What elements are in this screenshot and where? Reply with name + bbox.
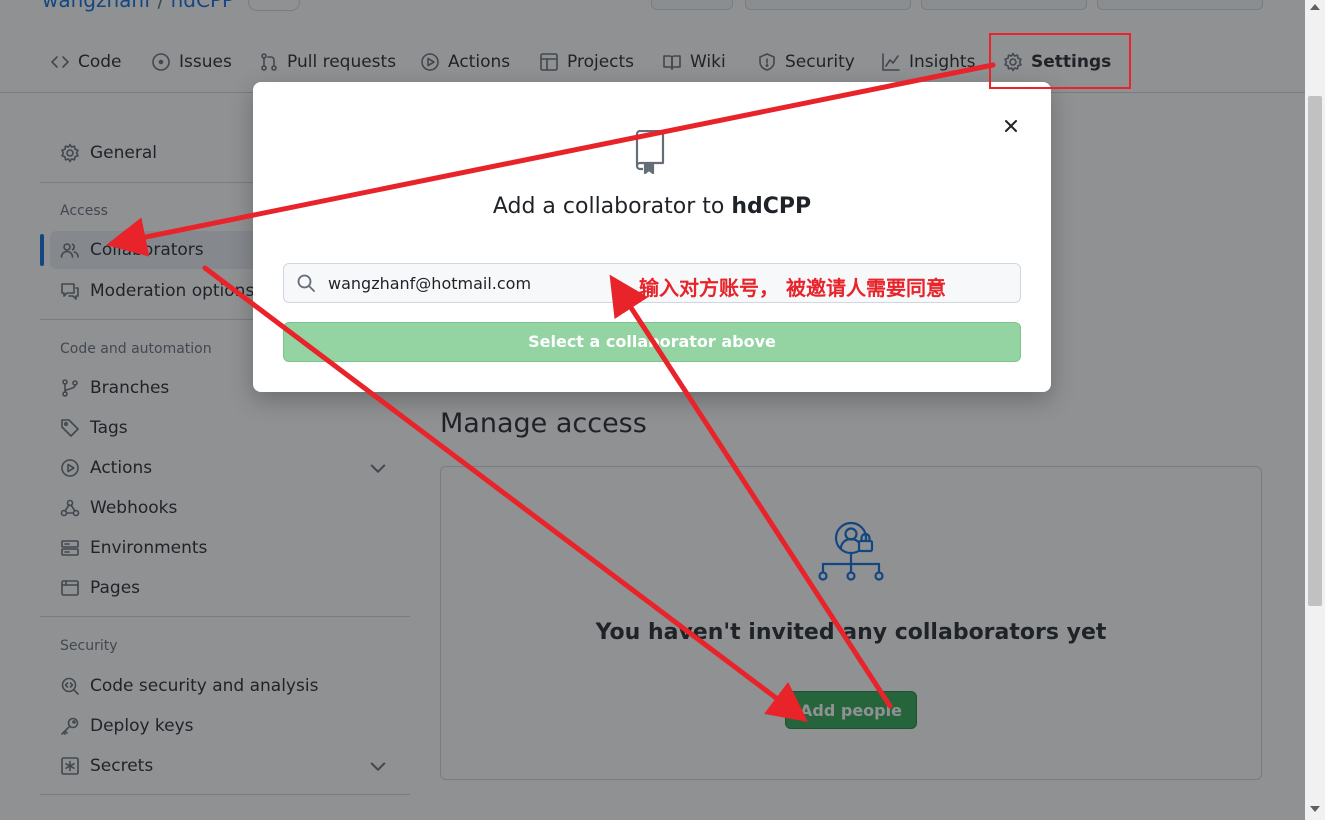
- scroll-up-arrow[interactable]: [1310, 4, 1320, 10]
- close-icon[interactable]: [1001, 116, 1021, 136]
- dialog-repo-name: hdCPP: [731, 194, 812, 219]
- add-collaborator-dialog: Add a collaborator to hdCPP Select a col…: [253, 82, 1051, 392]
- annotation-text: 输入对方账号， 被邀请人需要同意: [639, 276, 946, 300]
- settings-page: wangzhanf / hdCPP Code Issues Pull reque…: [0, 0, 1325, 820]
- search-icon: [297, 274, 315, 292]
- annotation-highlight-box: [989, 33, 1131, 89]
- dialog-title: Add a collaborator to hdCPP: [253, 194, 1051, 219]
- scrollbar-thumb[interactable]: [1308, 96, 1322, 606]
- scroll-down-arrow[interactable]: [1310, 806, 1320, 812]
- select-collaborator-button[interactable]: Select a collaborator above: [283, 322, 1021, 362]
- repo-icon: [635, 130, 665, 174]
- dialog-title-prefix: Add a collaborator to: [492, 194, 732, 219]
- page-scrollbar[interactable]: [1305, 0, 1325, 820]
